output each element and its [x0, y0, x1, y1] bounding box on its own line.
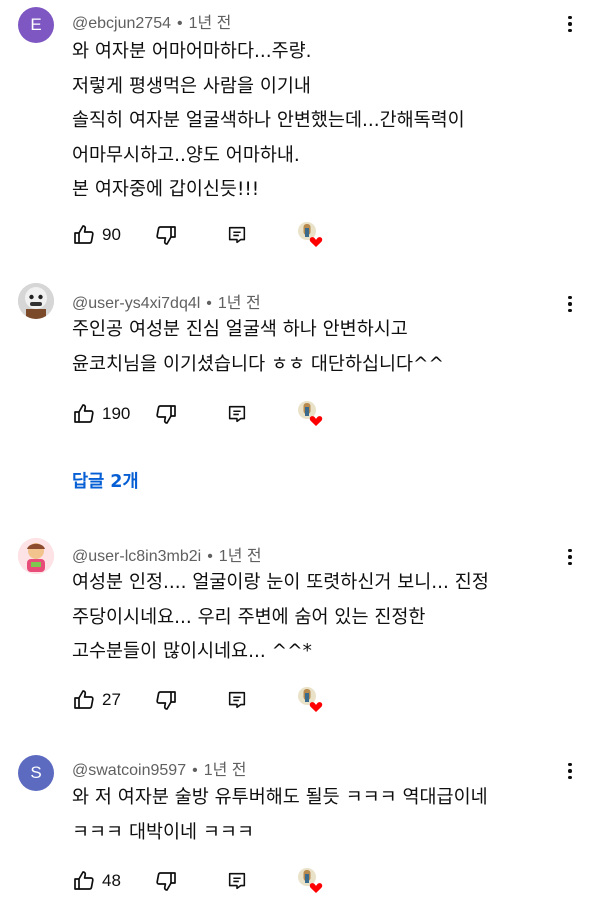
separator-dot: • [206, 295, 212, 312]
avatar[interactable] [18, 283, 54, 319]
reply-icon [228, 226, 246, 244]
like-count: 48 [102, 871, 121, 890]
comment-meta: @ebcjun2754 • 1년 전 [72, 9, 231, 33]
username[interactable]: @swatcoin9597 [72, 762, 186, 779]
view-replies-button[interactable]: 답글 2개 [72, 468, 139, 493]
comment-line: ㅋㅋㅋ 대박이네 ㅋㅋㅋ [72, 821, 254, 843]
thumbs-up-icon [74, 404, 94, 423]
like-button[interactable]: 190 [72, 399, 130, 429]
reply-button[interactable] [226, 220, 248, 250]
separator-dot: • [192, 762, 198, 779]
comment-text: 와 저 여자분 술방 유투버해도 될듯 ㅋㅋㅋ 역대급이네 ㅋㅋㅋ 대박이네 ㅋ… [72, 781, 572, 850]
comment-text: 와 여자분 어마어마하다...주량. 저렇게 평생먹은 사람을 이기내 솔직히 … [72, 35, 572, 208]
like-count: 190 [102, 404, 131, 423]
thumbs-down-icon [156, 872, 176, 891]
avatar-character-icon [18, 538, 54, 574]
thumbs-up-icon [74, 690, 94, 709]
comment-line: 고수분들이 많이시네요... ^^* [72, 641, 312, 662]
comment-actions: 27 [72, 685, 372, 715]
creator-heart-icon [298, 868, 323, 893]
comment-line: 본 여자중에 갑이신듯!!! [72, 179, 260, 200]
like-count: 27 [102, 690, 121, 709]
reply-button[interactable] [226, 866, 248, 896]
reply-button[interactable] [226, 399, 248, 429]
comment-line: 저렇게 평생먹은 사람을 이기내 [72, 75, 311, 97]
thumbs-down-icon [156, 691, 176, 710]
dislike-button[interactable] [154, 220, 178, 250]
comment-meta: @user-ys4xi7dq4l • 1년 전 [72, 289, 261, 313]
comment-line: 주인공 여성분 진심 얼굴색 하나 안변하시고 [72, 319, 408, 340]
creator-heart [296, 220, 326, 250]
avatar[interactable]: S [18, 755, 54, 791]
comment-line: 솔직히 여자분 얼굴색하나 안변했는데...간해독력이 [72, 110, 465, 131]
avatar[interactable]: E [18, 7, 54, 43]
thumbs-up-icon [74, 225, 94, 244]
reply-button[interactable] [226, 685, 248, 715]
comment-line: 와 저 여자분 술방 유투버해도 될듯 ㅋㅋㅋ 역대급이네 [72, 787, 488, 808]
thumbs-down-icon [156, 226, 176, 245]
timestamp: 1년 전 [188, 15, 232, 32]
like-count: 90 [102, 225, 121, 244]
dislike-button[interactable] [154, 399, 178, 429]
comment-text: 주인공 여성분 진심 얼굴색 하나 안변하시고 윤코치님을 이기셨습니다 ㅎㅎ … [72, 313, 572, 382]
creator-heart [296, 685, 326, 715]
reply-icon [228, 405, 246, 423]
creator-heart-icon [298, 401, 323, 426]
comment-actions: 48 [72, 866, 372, 896]
comment-line: 윤코치님을 이기셨습니다 ㅎㅎ 대단하십니다^^ [72, 353, 445, 375]
timestamp: 1년 전 [217, 295, 261, 312]
avatar-face-icon [18, 283, 54, 319]
like-button[interactable]: 27 [72, 685, 121, 715]
username[interactable]: @user-ys4xi7dq4l [72, 295, 200, 312]
comment-meta: @swatcoin9597 • 1년 전 [72, 756, 247, 780]
thumbs-down-icon [156, 405, 176, 424]
comment-actions: 90 [72, 220, 372, 250]
creator-heart [296, 399, 326, 429]
creator-heart-icon [298, 222, 323, 247]
thumbs-up-icon [74, 871, 94, 890]
username[interactable]: @ebcjun2754 [72, 15, 171, 32]
separator-dot: • [176, 15, 183, 32]
username[interactable]: @user-lc8in3mb2i [72, 548, 201, 565]
more-vert-icon[interactable] [558, 10, 582, 38]
like-button[interactable]: 90 [72, 220, 121, 250]
timestamp: 1년 전 [218, 548, 262, 565]
comment-meta: @user-lc8in3mb2i • 1년 전 [72, 542, 262, 566]
reply-icon [228, 872, 246, 890]
comment-line: 주당이시네요... 우리 주변에 숨어 있는 진정한 [72, 606, 426, 628]
timestamp: 1년 전 [203, 762, 247, 779]
like-button[interactable]: 48 [72, 866, 121, 896]
comment-text: 여성분 인정.... 얼굴이랑 눈이 또렷하신거 보니... 진정 주당이시네요… [72, 566, 572, 670]
comment-line: 여성분 인정.... 얼굴이랑 눈이 또렷하신거 보니... 진정 [72, 572, 489, 593]
creator-heart [296, 866, 326, 896]
reply-icon [228, 691, 246, 709]
dislike-button[interactable] [154, 685, 178, 715]
comment-line: 와 여자분 어마어마하다...주량. [72, 41, 312, 62]
creator-heart-icon [298, 687, 323, 712]
comment-actions: 190 [72, 399, 372, 429]
dislike-button[interactable] [154, 866, 178, 896]
separator-dot: • [207, 548, 213, 565]
comment-line: 어마무시하고..양도 어마하내. [72, 144, 300, 166]
avatar[interactable] [18, 538, 54, 574]
